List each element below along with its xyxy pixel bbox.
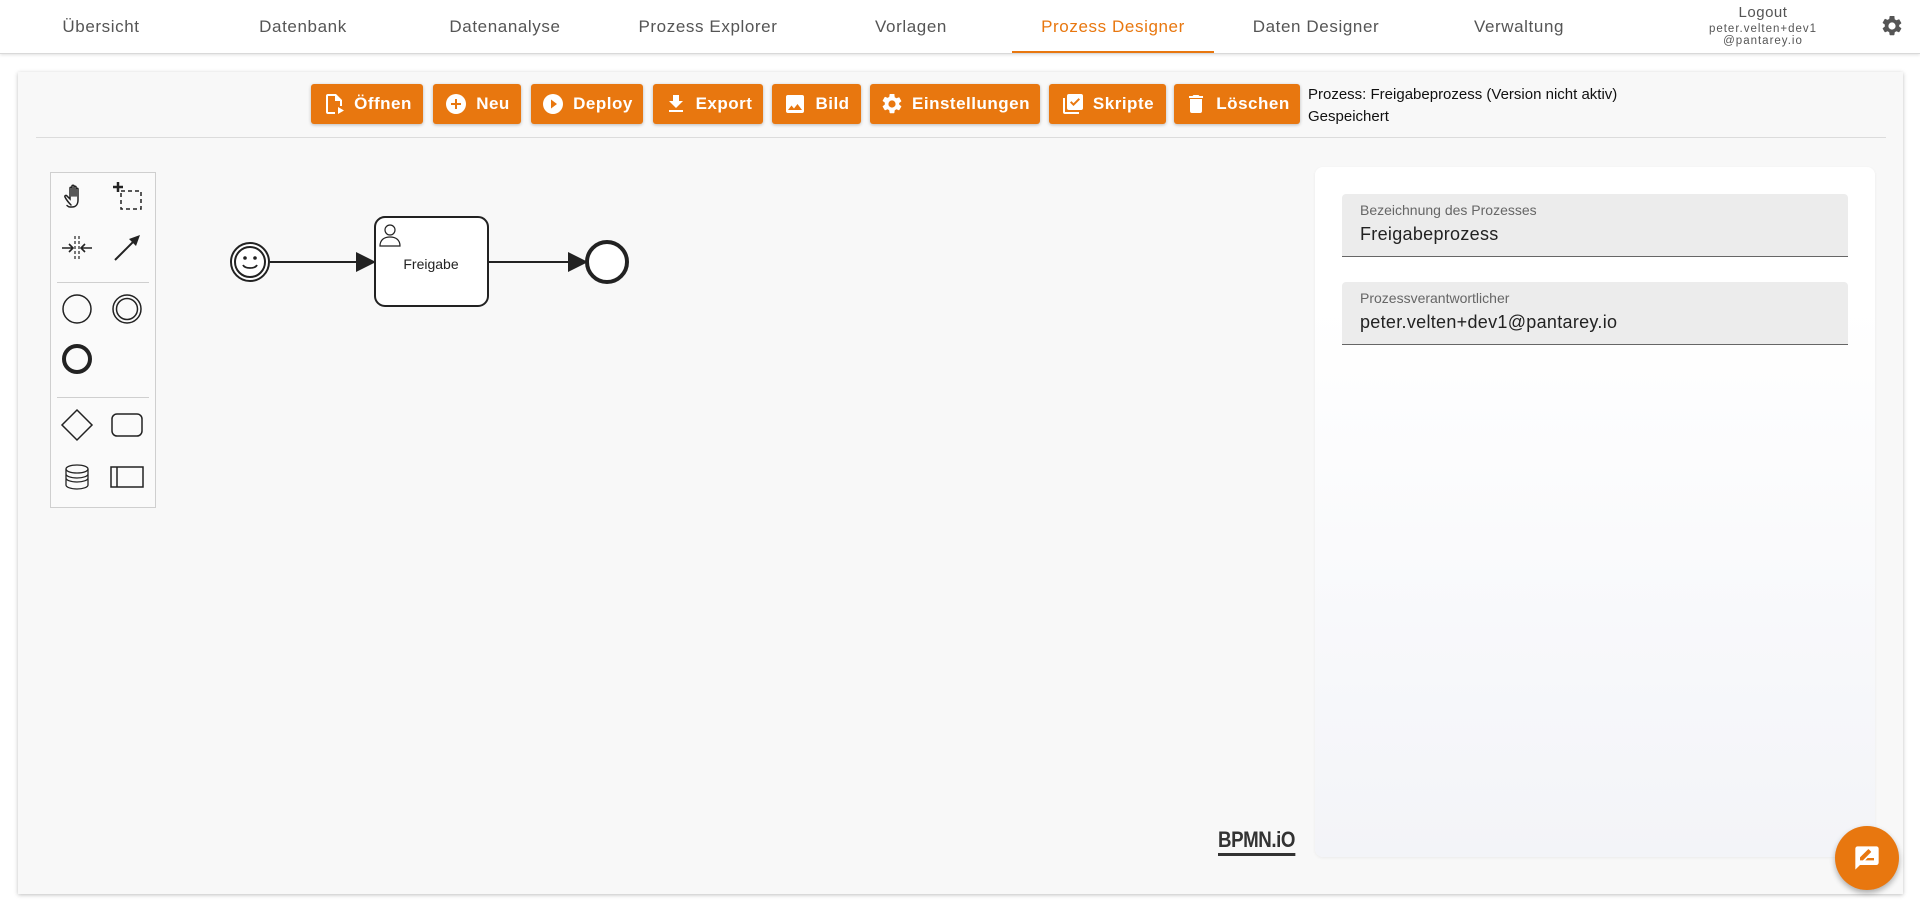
tab-prozess-explorer[interactable]: Prozess Explorer — [607, 0, 809, 53]
lasso-tool-icon[interactable] — [109, 179, 145, 215]
gear-icon — [882, 93, 902, 114]
hand-tool-icon[interactable] — [59, 179, 95, 215]
image-button[interactable]: Bild — [772, 84, 861, 124]
tab-uebersicht[interactable]: Übersicht — [0, 0, 202, 53]
palette-divider — [57, 282, 149, 283]
task-freigabe[interactable]: Freigabe — [374, 216, 489, 307]
scripts-button-label: Skripte — [1092, 94, 1155, 113]
bpmn-palette — [50, 172, 156, 508]
properties-panel: Bezeichnung des Prozesses Freigabeprozes… — [1315, 167, 1875, 857]
connect-tool-icon[interactable] — [109, 230, 145, 266]
task-icon[interactable] — [109, 407, 145, 443]
new-button[interactable]: Neu — [433, 84, 521, 124]
feedback-chat-button[interactable] — [1835, 826, 1899, 890]
tab-verwaltung[interactable]: Verwaltung — [1418, 0, 1620, 53]
bpmn-io-logo[interactable]: BPMN.iO — [1218, 827, 1295, 856]
tab-datenanalyse[interactable]: Datenanalyse — [404, 0, 606, 53]
process-name-label: Bezeichnung des Prozesses — [1360, 202, 1537, 218]
checklist-icon — [1062, 94, 1083, 114]
space-tool-icon[interactable] — [59, 230, 95, 266]
chat-feedback-icon — [1855, 846, 1879, 870]
deploy-button-label: Deploy — [573, 94, 633, 113]
scripts-button[interactable]: Skripte — [1049, 84, 1166, 124]
gateway-icon[interactable] — [59, 407, 95, 443]
pool-icon[interactable] — [109, 459, 145, 495]
download-icon — [668, 95, 683, 112]
open-button[interactable]: Öffnen — [311, 84, 423, 124]
delete-button[interactable]: Löschen — [1174, 84, 1300, 124]
file-open-icon — [326, 94, 345, 114]
process-info: Prozess: Freigabeprozess (Version nicht … — [1308, 84, 1617, 128]
bpmn-diagram: Freigabe — [230, 216, 629, 307]
open-button-label: Öffnen — [354, 94, 412, 113]
save-status: Gespeichert — [1308, 108, 1389, 125]
end-event-icon[interactable] — [59, 341, 95, 377]
end-event[interactable] — [585, 240, 629, 284]
gear-icon[interactable] — [1880, 14, 1904, 38]
export-button[interactable]: Export — [653, 84, 763, 124]
process-owner-value[interactable]: peter.velten+dev1@pantarey.io — [1360, 312, 1617, 333]
toolbar-divider — [36, 137, 1886, 138]
intermediate-event-icon[interactable] — [109, 291, 145, 327]
process-title: Prozess: Freigabeprozess (Version nicht … — [1308, 86, 1618, 103]
settings-button[interactable]: Einstellungen — [870, 84, 1040, 124]
tab-daten-designer[interactable]: Daten Designer — [1215, 0, 1417, 53]
process-owner-field[interactable]: Prozessverantwortlicher peter.velten+dev… — [1342, 282, 1848, 345]
start-event-icon[interactable] — [59, 291, 95, 327]
delete-button-label: Löschen — [1216, 94, 1290, 113]
top-navigation: Übersicht Datenbank Datenanalyse Prozess… — [0, 0, 1920, 54]
tab-prozess-designer[interactable]: Prozess Designer — [1012, 0, 1214, 53]
plus-circle-icon — [446, 94, 467, 114]
designer-card: Öffnen Neu Deploy Export Bild Einstellun… — [18, 72, 1903, 894]
task-label: Freigabe — [403, 256, 458, 272]
image-icon — [786, 95, 805, 113]
settings-button-label: Einstellungen — [912, 94, 1030, 113]
tab-vorlagen[interactable]: Vorlagen — [810, 0, 1012, 53]
logout-link[interactable]: Logout — [1683, 4, 1843, 21]
deploy-button[interactable]: Deploy — [531, 84, 643, 124]
trash-icon — [1189, 95, 1204, 113]
image-button-label: Bild — [815, 94, 850, 113]
new-button-label: Neu — [476, 94, 510, 113]
user-box: Logout peter.velten+dev1@pantarey.io — [1683, 4, 1843, 47]
play-circle-icon — [543, 94, 564, 114]
start-event-smiley[interactable] — [230, 242, 270, 282]
user-email: peter.velten+dev1@pantarey.io — [1708, 23, 1818, 47]
export-button-label: Export — [695, 94, 753, 113]
process-name-field[interactable]: Bezeichnung des Prozesses Freigabeprozes… — [1342, 194, 1848, 257]
data-store-icon[interactable] — [59, 459, 95, 495]
process-name-value[interactable]: Freigabeprozess — [1360, 224, 1499, 245]
tab-datenbank[interactable]: Datenbank — [202, 0, 404, 53]
palette-divider — [57, 397, 149, 398]
process-owner-label: Prozessverantwortlicher — [1360, 290, 1510, 306]
